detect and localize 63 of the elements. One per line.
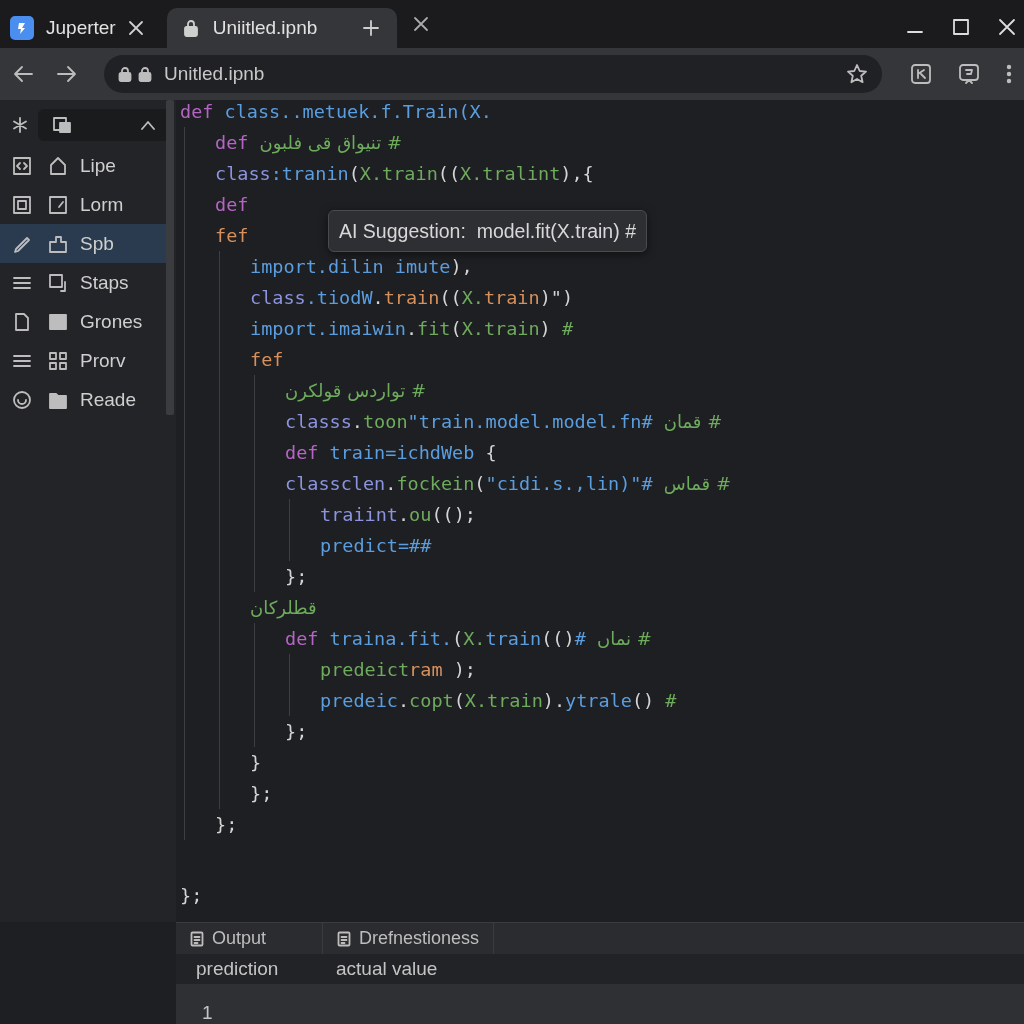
lock-icon xyxy=(118,66,132,82)
column-header: prediction xyxy=(195,958,280,981)
code-line: # تواردس قولكرن xyxy=(285,379,426,404)
sidebar-item[interactable]: Lipe xyxy=(0,146,166,185)
frame-icon xyxy=(12,194,32,215)
square-icon xyxy=(48,272,68,293)
close-icon[interactable] xyxy=(412,16,429,32)
suggestion-tooltip: AI Suggestion: model.fit(X.train) # xyxy=(328,210,647,252)
code-icon xyxy=(12,155,32,176)
sidebar-item[interactable]: Lorm xyxy=(0,185,166,224)
code-line: fef xyxy=(250,348,284,372)
maximize-icon[interactable] xyxy=(952,18,970,36)
extension-icon[interactable] xyxy=(910,63,932,85)
more-icon[interactable] xyxy=(1006,63,1012,85)
square-icon xyxy=(48,194,68,215)
close-icon[interactable] xyxy=(127,20,144,36)
sidebar-item[interactable]: Spb xyxy=(0,224,166,263)
code-line: }; xyxy=(250,782,273,806)
panel-icon xyxy=(52,116,72,134)
table-cell-text: 1 xyxy=(201,1001,213,1024)
code-line: }; xyxy=(215,813,238,837)
house-icon xyxy=(48,155,68,176)
code-line: predeic.copt(X.train).ytrale() # xyxy=(320,689,677,713)
back-icon[interactable] xyxy=(12,63,34,85)
circle-icon xyxy=(12,389,32,410)
browser-tab[interactable]: Juperter xyxy=(0,8,162,48)
code-line: }; xyxy=(285,720,308,744)
code-line: } xyxy=(250,751,262,775)
document-icon xyxy=(12,311,32,332)
browser-tab[interactable]: Uniitled.ipnb xyxy=(166,8,397,48)
code-line: def class..metuek.f.Train(X. xyxy=(180,100,492,124)
forward-icon[interactable] xyxy=(56,63,78,85)
sidebar-item[interactable]: Grones xyxy=(0,302,166,341)
code-line: قطلركان xyxy=(250,596,317,621)
sidebar-item[interactable]: Reade xyxy=(0,380,166,419)
extension-icon[interactable] xyxy=(958,63,980,85)
code-line: import.dilin imute), xyxy=(250,255,473,279)
scrollbar[interactable] xyxy=(166,100,174,415)
code-line: import.imaiwin.fit(X.train) # xyxy=(250,317,574,341)
code-line: class:tranin(X.train((X.tralint),{ xyxy=(215,162,594,186)
sidebar-item[interactable]: Prorv xyxy=(0,341,166,380)
lock-icon xyxy=(138,66,152,82)
document-icon xyxy=(337,930,351,947)
square-icon xyxy=(48,311,68,332)
folder-icon xyxy=(48,233,68,254)
lock-icon xyxy=(182,19,199,37)
grid-icon xyxy=(48,350,68,371)
address-field[interactable]: Unitled.ipnb xyxy=(104,55,882,93)
code-line: }; xyxy=(285,565,308,589)
code-line: fef xyxy=(215,224,249,248)
chevron-up-icon[interactable] xyxy=(140,120,156,130)
document-icon xyxy=(190,930,204,947)
code-line: def train=ichdWeb { xyxy=(285,441,497,465)
code-line: }; xyxy=(180,884,203,908)
code-line: class.tiodW.train((X.train)") xyxy=(250,286,574,310)
code-line: def xyxy=(215,193,249,217)
column-header: actual value xyxy=(336,958,438,981)
app-logo-icon xyxy=(10,16,34,40)
code-line: predeict ram ); xyxy=(320,658,476,682)
new-tab-icon[interactable] xyxy=(362,20,379,36)
code-line: traiint.ou((); xyxy=(320,503,476,527)
sidebar-item[interactable]: Staps xyxy=(0,263,166,302)
code-line: predict=## xyxy=(320,534,432,558)
